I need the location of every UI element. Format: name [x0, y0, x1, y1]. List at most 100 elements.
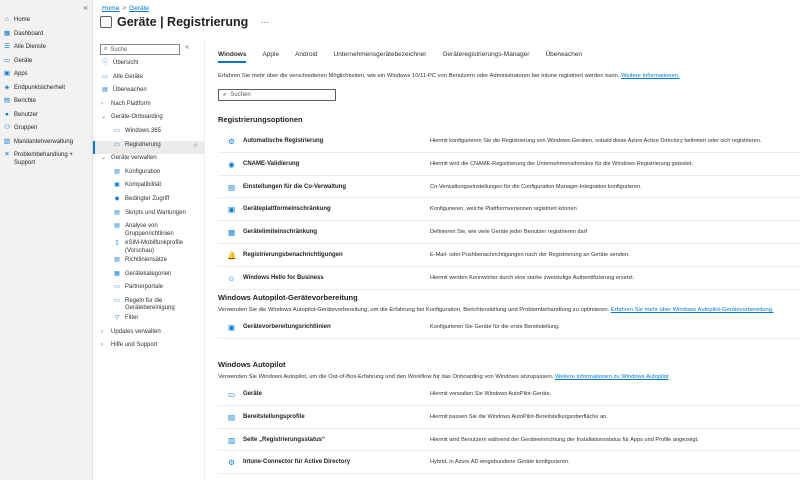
- tab-android[interactable]: Android: [295, 51, 317, 63]
- option-name[interactable]: Windows Hello for Business: [243, 275, 324, 281]
- option-name[interactable]: Bereitstellungsprofile: [243, 414, 305, 420]
- subnav-item[interactable]: ▯ eSIM-Mobilfunkprofile (Vorschau): [93, 239, 204, 256]
- nav-item[interactable]: ▤ Berichte: [0, 95, 92, 109]
- option-row[interactable]: ▤ Bereitstellungsprofile Hiermit passen Si…: [218, 406, 800, 429]
- chevron-right-icon: ›: [101, 100, 103, 107]
- option-description: Definieren Sie, wie viele Geräte jeder B…: [430, 229, 588, 236]
- option-row[interactable]: ⚙ Intune-Connector für Active Directory Hy…: [218, 451, 800, 475]
- subnav-item[interactable]: ▭ Registrierung ☆: [93, 140, 204, 155]
- option-name[interactable]: Intune-Connector für Active Directory: [243, 459, 350, 465]
- option-name[interactable]: Gerätelimiteinschränkung: [243, 229, 317, 235]
- nav-item[interactable]: ▥ Mandantenverwaltung: [0, 136, 92, 150]
- subnav-item[interactable]: ▤ Konfiguration: [93, 168, 204, 182]
- option-row[interactable]: ☺ Windows Hello for Business Hiermit werde…: [218, 267, 800, 290]
- subnav-item[interactable]: ▭ Alle Geräte: [93, 73, 204, 87]
- nav-item[interactable]: ▣ Apps: [0, 68, 92, 82]
- option-row[interactable]: ▤ Einstellungen für die Co-Verwaltung Co-V…: [218, 176, 800, 199]
- subnav-search-input[interactable]: ⌕ Suche: [100, 44, 180, 55]
- section-description: Verwenden Sie Windows Autopilot, um die …: [218, 374, 669, 380]
- option-name[interactable]: Gerätevorbereitungsrichtlinien: [243, 324, 331, 330]
- option-name[interactable]: Seite „Registrierungsstatus“: [243, 437, 325, 443]
- section-title: Windows Autopilot-Gerätevorbereitung: [218, 293, 358, 302]
- option-row[interactable]: ▭ Geräte Hiermit verwalten Sie Windows Aut…: [218, 383, 800, 406]
- favorite-star-icon[interactable]: ☆: [193, 143, 198, 151]
- section-description-text: Verwenden Sie Windows Autopilot, um die …: [218, 374, 555, 380]
- breadcrumb-devices[interactable]: Geräte: [129, 5, 149, 12]
- endpoint-security-icon: ◈: [4, 83, 10, 91]
- option-row[interactable]: ▣ Gerätevorbereitungsrichtlinien Konfiguri…: [218, 316, 800, 339]
- option-description: Hiermit werden Kennwörter durch eine sta…: [430, 274, 635, 281]
- subnav-list: ⓘ Übersicht ▭ Alle Geräte ▤ Überwachen › Nach P…: [93, 59, 204, 355]
- device-prep-policy-icon: ▣: [227, 323, 236, 332]
- breadcrumb-home[interactable]: Home: [102, 5, 119, 12]
- option-name[interactable]: Einstellungen für die Co-Verwaltung: [243, 184, 346, 190]
- subnav-item-label: Partnerportale: [125, 284, 164, 291]
- tab-überwachen[interactable]: Überwachen: [545, 51, 582, 63]
- subnav-item[interactable]: ◆ Bedingter Zugriff: [93, 195, 204, 209]
- nav-item[interactable]: ✕ Problembehandlung + Support: [0, 149, 92, 169]
- breadcrumb-separator: >: [122, 5, 127, 12]
- subnav-item[interactable]: ▭ Regeln für die Gerätebereinigung: [93, 297, 204, 314]
- subnav-item[interactable]: ⓘ Übersicht: [93, 59, 204, 73]
- connector-icon: ⚙: [228, 458, 235, 468]
- nav-item[interactable]: ⚇ Gruppen: [0, 122, 92, 136]
- option-description: Co-Verwaltungseinstellungen für die Conf…: [430, 183, 642, 190]
- subnav-item-label: Überwachen: [113, 87, 147, 94]
- subnav-item[interactable]: ▤ Richtliniensätze: [93, 256, 204, 270]
- option-row[interactable]: ▣ Geräteplattformeinschränkung Konfigurier…: [218, 198, 800, 222]
- collapse-nav-icon[interactable]: «: [84, 3, 88, 12]
- nav-item[interactable]: ◈ Endpunktsicherheit: [0, 82, 92, 96]
- subnav-item[interactable]: ▤ Analyse von Gruppenrichtlinien: [93, 222, 204, 239]
- section-learn-more-link[interactable]: Weitere Informationen zu Windows Autopil…: [555, 374, 669, 380]
- subnav-item-label: Registrierung: [125, 141, 161, 148]
- nav-item[interactable]: ☰ Alle Dienste: [0, 41, 92, 55]
- option-name[interactable]: Registrierungsbenachrichtigungen: [243, 252, 343, 258]
- option-name[interactable]: CNAME-Validierung: [243, 161, 299, 167]
- tab-apple[interactable]: Apple: [262, 51, 279, 63]
- subnav-item[interactable]: ▽ Filter: [93, 314, 204, 328]
- subnav-item[interactable]: ▭ Windows 365: [93, 127, 204, 141]
- tab-geräteregistrierungs-manager[interactable]: Geräteregistrierungs-Manager: [442, 51, 529, 63]
- nav-item-label: Endpunktsicherheit: [14, 84, 66, 91]
- section-learn-more-link[interactable]: Erfahren Sie mehr über Windows Autopilot…: [611, 307, 774, 313]
- subnav-item[interactable]: ⌄ Geräte-Onboarding: [93, 113, 204, 127]
- nav-item[interactable]: ● Benutzer: [0, 109, 92, 123]
- all-services-icon: ☰: [4, 43, 10, 50]
- subnav-item[interactable]: ▤ Skripts und Wartungen: [93, 209, 204, 223]
- home-icon: ⌂: [5, 16, 9, 23]
- content-search-input[interactable]: ⌕ Suchen: [218, 89, 336, 101]
- more-options-icon[interactable]: ···: [260, 17, 269, 27]
- nav-item[interactable]: ▦ Dashboard: [0, 28, 92, 42]
- subnav-item[interactable]: › Hilfe und Support: [93, 341, 204, 355]
- nav-item[interactable]: ⌂ Home: [0, 14, 92, 28]
- subnav-item-label: Alle Geräte: [113, 73, 144, 80]
- option-row[interactable]: ◉ CNAME-Validierung Hiermit wird die CNAME…: [218, 153, 800, 176]
- nav-item-label: Apps: [14, 71, 28, 77]
- option-description: Konfigurieren Sie Geräte für die erste B…: [430, 324, 560, 330]
- tab-windows[interactable]: Windows: [218, 51, 247, 63]
- option-name[interactable]: Geräte: [243, 391, 262, 397]
- subnav-item-label: Geräte verwalten: [111, 155, 157, 162]
- collapse-subnav-icon[interactable]: «: [185, 44, 189, 51]
- subnav-item-label: Nach Plattform: [111, 100, 151, 107]
- subnav-item[interactable]: ⌄ Geräte verwalten: [93, 154, 204, 168]
- option-name[interactable]: Automatische Registrierung: [243, 138, 323, 144]
- subnav-item[interactable]: ▦ Gerätekategorien: [93, 270, 204, 284]
- subnav-item[interactable]: ▤ Überwachen: [93, 86, 204, 100]
- subnav-item[interactable]: › Nach Plattform: [93, 100, 204, 114]
- subnav-item-label: Regeln für die Gerätebereinigung: [125, 297, 175, 312]
- auto-enroll-icon: ⚙: [228, 137, 235, 146]
- option-name[interactable]: Geräteplattformeinschränkung: [243, 206, 331, 212]
- subnav-item[interactable]: ▭ Partnerportale: [93, 283, 204, 297]
- subnav-item[interactable]: › Updates verwalten: [93, 328, 204, 342]
- subnav-item[interactable]: ▣ Kompatibilität: [93, 181, 204, 195]
- option-row[interactable]: ⚙ Automatische Registrierung Hiermit konfi…: [218, 130, 800, 153]
- intro-link[interactable]: Weitere Informationen.: [621, 73, 680, 79]
- nav-item-label: Home: [14, 17, 31, 23]
- notification-icon: 🔔: [227, 250, 237, 260]
- nav-item[interactable]: ▭ Geräte: [0, 55, 92, 69]
- option-row[interactable]: 🔔 Registrierungsbenachrichtigungen E-Mail-…: [218, 244, 800, 267]
- tab-unternehmensgerätebezeichner[interactable]: Unternehmensgerätebezeichner: [334, 51, 427, 63]
- option-row[interactable]: ▥ Seite „Registrierungsstatus“ Hiermit wir…: [218, 429, 800, 452]
- option-row[interactable]: ▦ Gerätelimiteinschränkung Definieren Sie,…: [218, 221, 800, 244]
